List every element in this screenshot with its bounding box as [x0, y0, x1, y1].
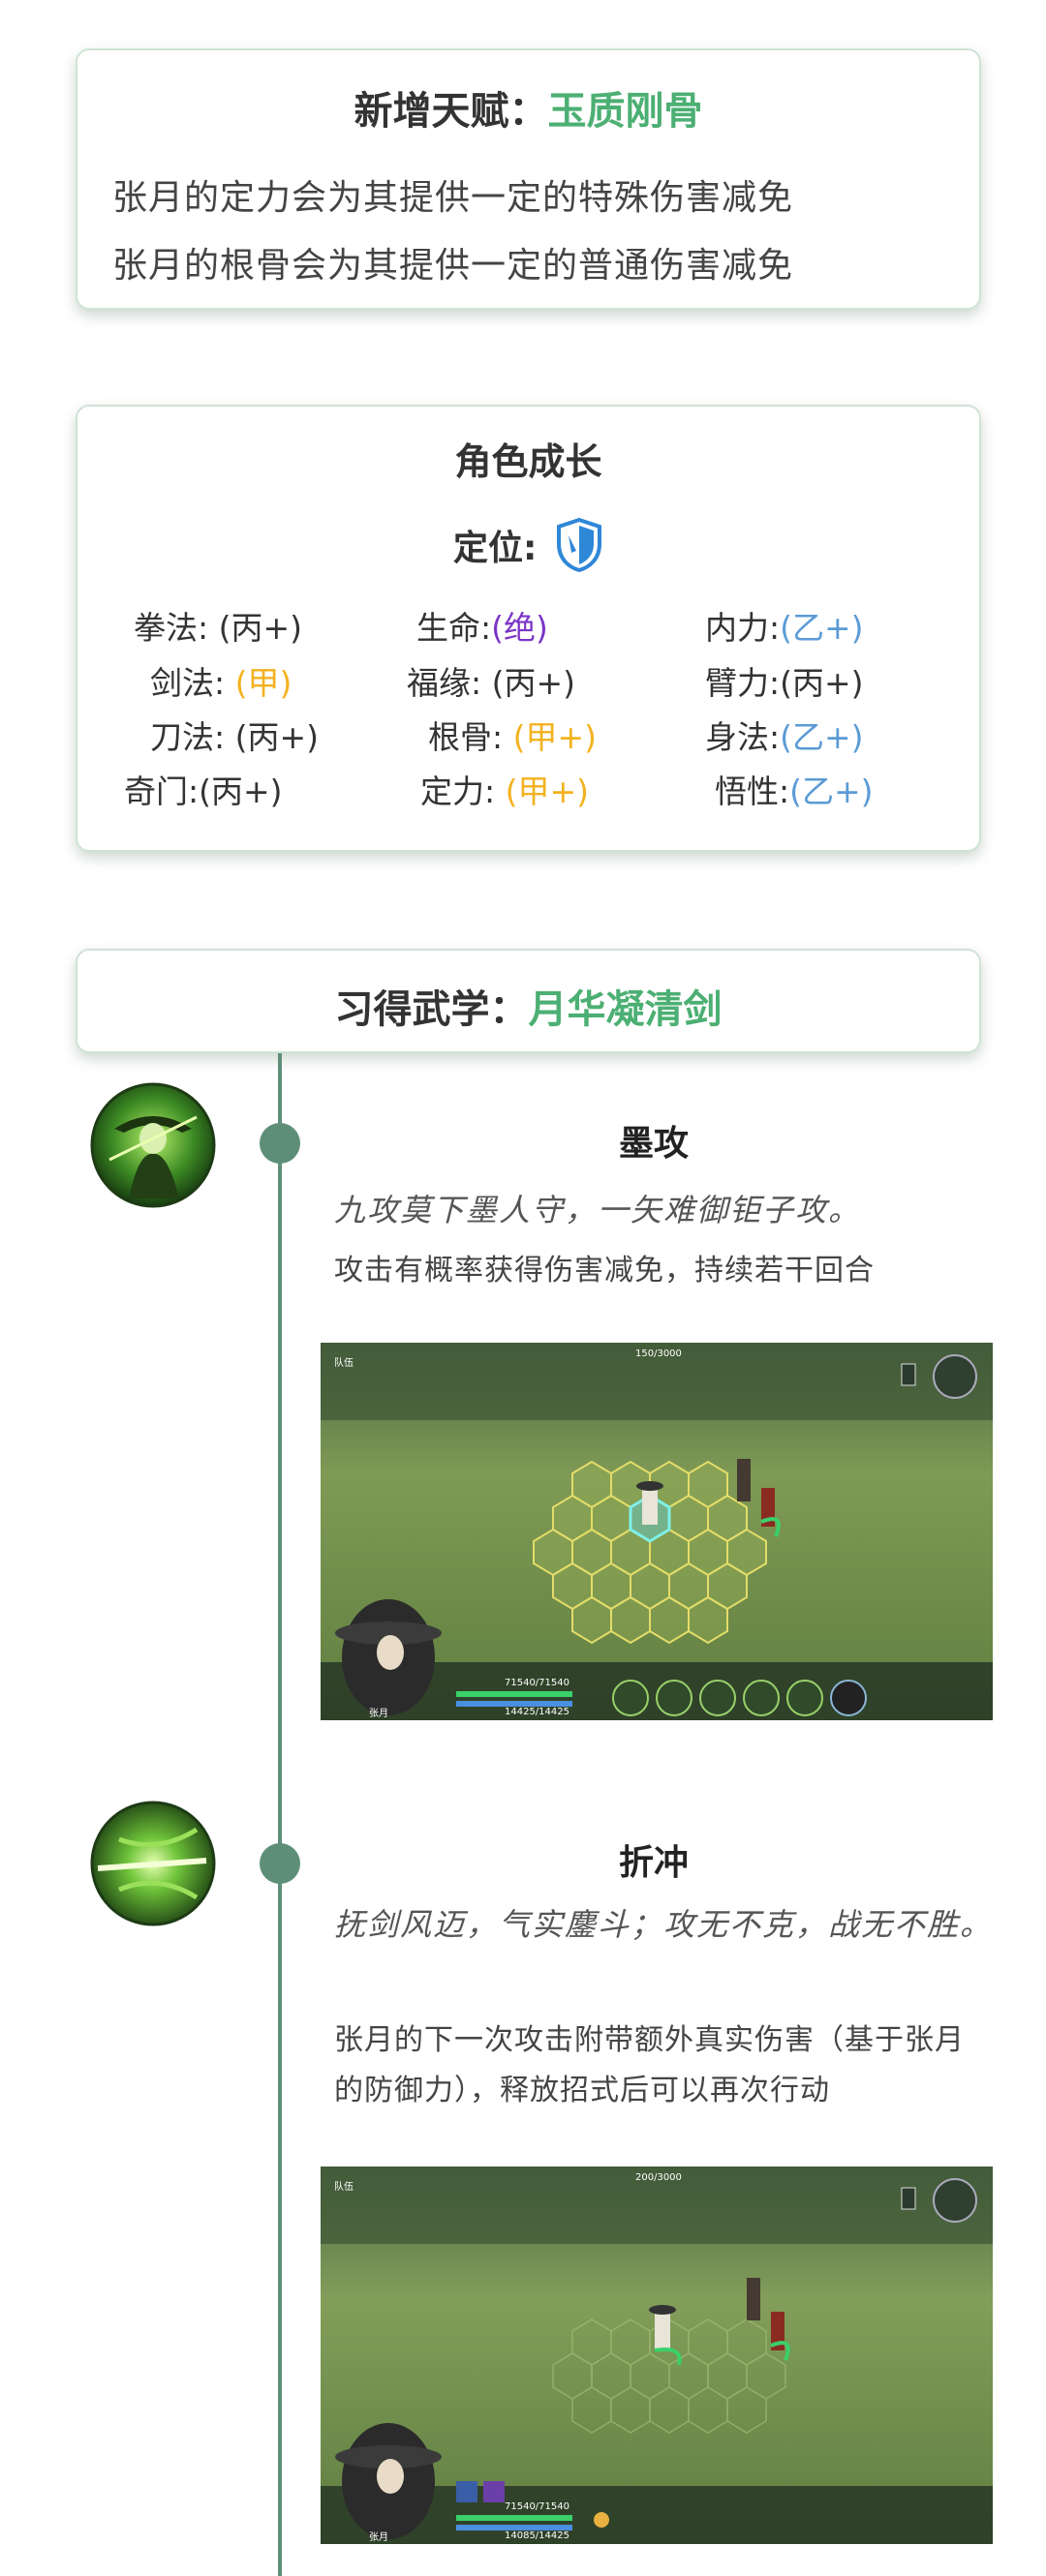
- skill-screenshot-2: 队伍 200/3000 张月 71540/71540 14085/14425: [321, 2167, 993, 2544]
- skill-screenshot-1: 队伍 150/3000 张月 71540/71540 14425/14425: [321, 1343, 993, 1720]
- position-row: 定位:: [77, 517, 979, 573]
- skill-name-1: 墨攻: [618, 1124, 689, 1164]
- skill-icon-zhechong: [90, 1801, 216, 1926]
- talent-line-1: 张月的定力会为其提供一定的特殊伤害减免: [112, 178, 794, 218]
- stat-neili: 内力:(乙+): [705, 609, 864, 647]
- skill-desc-2: 张月的下一次攻击附带额外真实伤害（基于张月的防御力），释放招式后可以再次行动: [334, 2023, 965, 2107]
- growth-card: 角色成长 定位: 拳法: (丙+) 生命:(绝) 内力:(乙+) 剑法: (甲)…: [76, 405, 981, 852]
- stat-wuxing: 悟性:(乙+): [715, 773, 874, 810]
- talent-name: 玉质刚骨: [547, 89, 703, 134]
- hud-hp-2: 71540/71540: [505, 2501, 569, 2512]
- skill-desc-1: 攻击有概率获得伤害减免，持续若干回合: [334, 1254, 875, 1288]
- hud-menu-2[interactable]: 队伍: [334, 2178, 354, 2193]
- talent-card: 新增天赋：玉质刚骨 张月的定力会为其提供一定的特殊伤害减免 张月的根骨会为其提供…: [76, 48, 981, 310]
- timeline-line: [278, 1053, 282, 2576]
- timeline-dot-2: [260, 1843, 300, 1884]
- stat-fuyuan: 福缘: (丙+): [407, 664, 576, 702]
- stat-shenfa: 身法:(乙+): [705, 718, 864, 756]
- hud-mp-2: 14085/14425: [505, 2531, 569, 2541]
- stat-quanfa: 拳法: (丙+): [134, 609, 303, 647]
- stat-shengming: 生命:(绝): [416, 609, 548, 647]
- shield-icon: [556, 517, 601, 573]
- skill-poem-1: 九攻莫下墨人守，一矢难御钜子攻。: [334, 1192, 862, 1228]
- hud-char-2: 张月: [369, 2532, 388, 2543]
- skill-name-2: 折冲: [618, 1843, 689, 1883]
- hud-topbar-2: 200/3000: [635, 2172, 682, 2183]
- growth-title: 角色成长: [454, 440, 602, 483]
- stat-bili: 臂力:(丙+): [705, 664, 864, 702]
- hud-menu-1[interactable]: 队伍: [334, 1354, 354, 1369]
- timeline-dot-1: [260, 1123, 300, 1164]
- stat-qimen: 奇门:(丙+): [124, 773, 283, 810]
- skill-icon-mogong: [90, 1082, 216, 1208]
- stat-jianfa: 剑法: (甲): [150, 664, 292, 702]
- hud-char-1: 张月: [369, 1709, 388, 1719]
- talent-line-2: 张月的根骨会为其提供一定的普通伤害减免: [112, 246, 794, 286]
- martial-card: 习得武学：月华凝清剑: [76, 949, 981, 1053]
- skill-poem-2: 抚剑风迈，气实鏖斗；攻无不克，战无不胜。: [334, 1906, 994, 1943]
- martial-title: 习得武学：月华凝清剑: [334, 987, 723, 1032]
- hud-mp-1: 14425/14425: [505, 1707, 569, 1717]
- stat-daofa: 刀法: (丙+): [150, 718, 320, 756]
- stat-dingli: 定力: (甲+): [420, 773, 590, 810]
- hud-topbar-1: 150/3000: [635, 1349, 682, 1359]
- hud-hp-1: 71540/71540: [505, 1678, 569, 1688]
- stat-gengu: 根骨: (甲+): [428, 718, 598, 756]
- martial-name: 月华凝清剑: [528, 987, 723, 1032]
- talent-title: 新增天赋：玉质刚骨: [354, 89, 703, 134]
